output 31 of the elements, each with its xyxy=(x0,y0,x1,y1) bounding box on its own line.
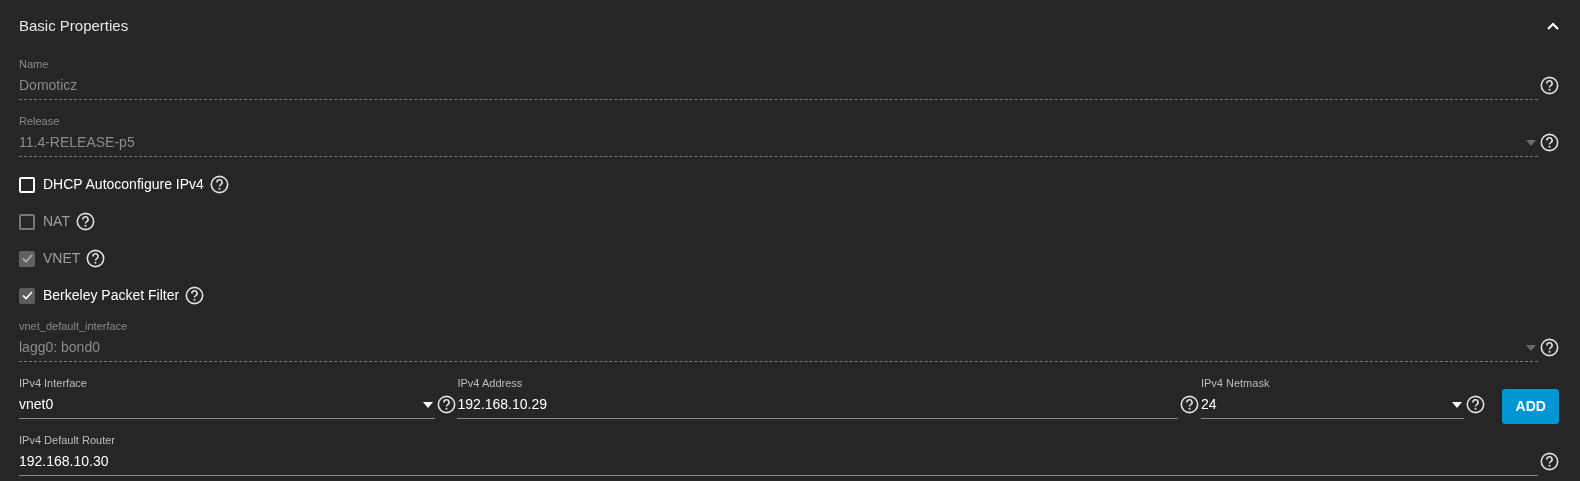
field-label: Release xyxy=(19,115,61,128)
field-label: vnet_default_interface xyxy=(19,320,129,333)
checkbox-label: VNET xyxy=(43,249,81,268)
field-label: IPv4 Default Router xyxy=(19,434,116,447)
checkbox-label: NAT xyxy=(43,212,70,231)
field-label: IPv4 Netmask xyxy=(1200,377,1271,390)
field-label: Name xyxy=(19,58,50,71)
input-field[interactable]: 192.168.10.29 xyxy=(457,391,1179,419)
help-icon[interactable] xyxy=(1540,452,1559,471)
field-label: IPv4 Address xyxy=(457,377,524,390)
section-title: Basic Properties xyxy=(19,15,129,36)
help-icon[interactable] xyxy=(436,395,456,414)
help-icon[interactable] xyxy=(1540,338,1559,357)
collapse-chevron-icon[interactable] xyxy=(1547,22,1559,30)
help-icon[interactable] xyxy=(185,286,205,305)
checkbox-label: DHCP Autoconfigure IPv4 xyxy=(43,175,204,194)
help-icon[interactable] xyxy=(1540,133,1559,152)
field-label: IPv4 Interface xyxy=(19,377,88,390)
checkbox[interactable] xyxy=(19,287,35,304)
select-field[interactable]: 24 xyxy=(1200,391,1464,419)
select-field[interactable]: vnet0 xyxy=(19,391,435,419)
help-icon[interactable] xyxy=(1540,76,1559,95)
input-field[interactable]: 192.168.10.30 xyxy=(19,448,1538,476)
checkbox-label: Berkeley Packet Filter xyxy=(43,286,180,305)
help-icon[interactable] xyxy=(209,175,229,194)
help-icon[interactable] xyxy=(1465,395,1485,414)
help-icon[interactable] xyxy=(86,249,106,268)
help-icon[interactable] xyxy=(1180,395,1200,414)
help-icon[interactable] xyxy=(75,212,95,231)
dropdown-caret-icon[interactable] xyxy=(1451,401,1462,408)
dropdown-caret-icon[interactable] xyxy=(423,401,433,408)
